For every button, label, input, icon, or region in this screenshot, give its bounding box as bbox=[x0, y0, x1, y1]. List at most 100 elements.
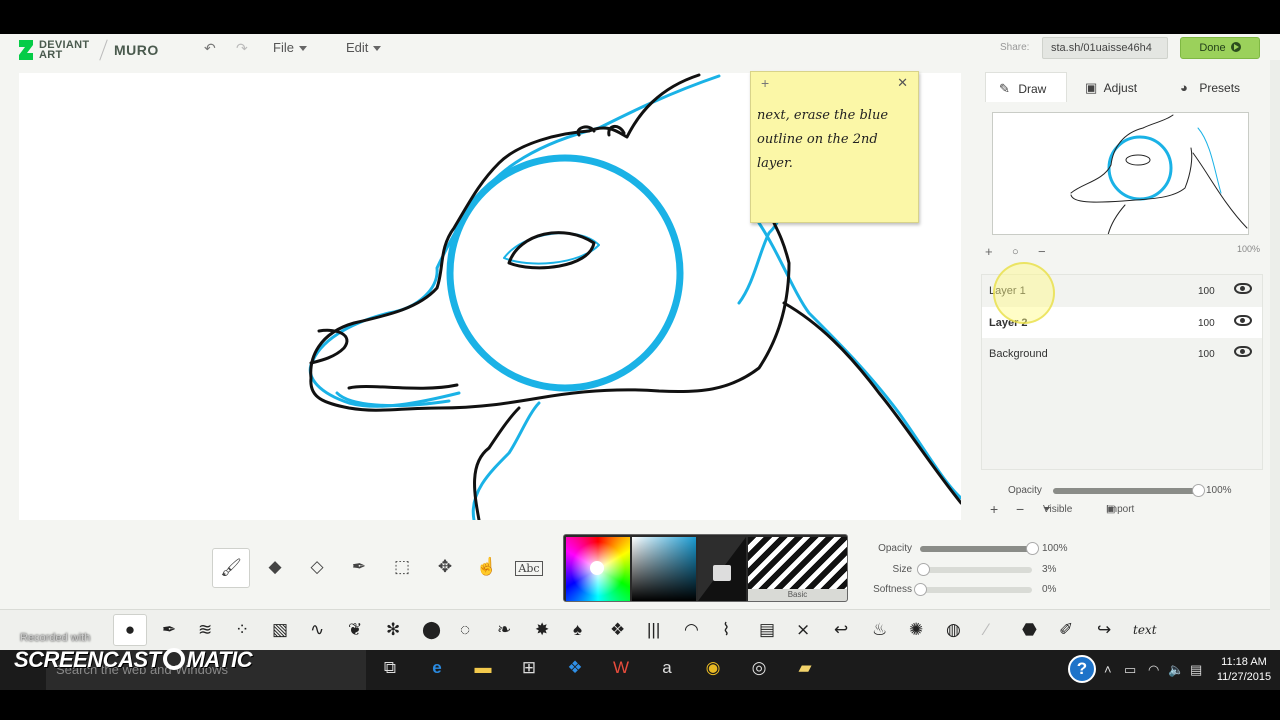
notifications-icon[interactable]: ▤ bbox=[1190, 662, 1202, 678]
sticky-note-text[interactable]: next, erase the blue outline on the 2nd … bbox=[751, 96, 918, 184]
eraser-tool[interactable]: ◆ bbox=[256, 548, 294, 588]
layer-row-background[interactable]: Background 100 bbox=[982, 338, 1262, 369]
brush-feather-icon[interactable]: ❦ bbox=[348, 620, 362, 640]
office-icon[interactable]: W bbox=[609, 658, 633, 682]
file-explorer-icon[interactable]: ▬ bbox=[471, 658, 495, 682]
brush-chain-icon[interactable]: ⌇ bbox=[722, 620, 730, 640]
battery-icon[interactable]: ▭ bbox=[1124, 662, 1136, 678]
eye-icon[interactable] bbox=[1234, 315, 1252, 326]
slider-knob[interactable] bbox=[1192, 484, 1205, 497]
zoom-out-icon[interactable]: − bbox=[1038, 244, 1046, 259]
taskbar-clock[interactable]: 11:18 AM 11/27/2015 bbox=[1214, 655, 1274, 685]
brush-bars-icon[interactable]: ||| bbox=[647, 620, 660, 640]
text-tool[interactable]: Abc bbox=[510, 548, 548, 588]
sticky-notes-icon[interactable]: ▰ bbox=[793, 658, 817, 682]
edge-browser-icon[interactable]: e bbox=[425, 658, 449, 682]
brush-ball-icon[interactable]: ◍ bbox=[946, 620, 961, 640]
brush-tool[interactable]: 🖌 bbox=[212, 548, 250, 588]
brush-text-icon[interactable]: text bbox=[1133, 623, 1157, 637]
slider-knob[interactable] bbox=[917, 563, 931, 576]
brush-circles-icon[interactable]: ◌ bbox=[460, 620, 470, 640]
slider-knob[interactable] bbox=[914, 583, 927, 596]
brush-hatch-icon[interactable]: ▧ bbox=[272, 620, 288, 640]
wifi-icon[interactable]: ◠ bbox=[1148, 662, 1159, 678]
layer-name: Background bbox=[989, 348, 1048, 360]
clock-time: 11:18 AM bbox=[1221, 656, 1267, 668]
eyedropper-icon: ✒ bbox=[351, 557, 367, 576]
brush-blob-icon[interactable]: ⬣ bbox=[1022, 620, 1037, 640]
volume-icon[interactable]: 🔈 bbox=[1168, 662, 1184, 678]
brush-hook-icon[interactable]: ↪ bbox=[1097, 620, 1111, 640]
file-menu[interactable]: File bbox=[273, 40, 307, 55]
brush-softness-slider[interactable] bbox=[914, 583, 1032, 596]
brush-fan-icon[interactable]: ◠ bbox=[684, 620, 699, 640]
move-tool[interactable]: ✥ bbox=[426, 548, 464, 588]
undo-icon[interactable]: ↶ bbox=[204, 40, 216, 57]
add-note-icon[interactable]: + bbox=[761, 75, 769, 91]
screencast-icon[interactable]: ◎ bbox=[747, 658, 771, 682]
zoom-reset-icon[interactable]: ○ bbox=[1012, 246, 1019, 258]
layer-opacity-slider[interactable] bbox=[1053, 484, 1205, 497]
help-icon[interactable]: ? bbox=[1068, 655, 1096, 683]
selection-icon: ⬚ bbox=[393, 557, 411, 576]
swap-colors-icon[interactable] bbox=[713, 565, 731, 581]
brush-drip-icon[interactable]: ♠ bbox=[573, 620, 582, 640]
eye-icon[interactable] bbox=[1234, 346, 1252, 357]
eye-icon[interactable] bbox=[1234, 283, 1252, 294]
brush-waves-icon[interactable]: ≋ bbox=[198, 620, 212, 640]
brush-texture-icon[interactable]: ❖ bbox=[610, 620, 625, 640]
brush-preset-label: Basic bbox=[748, 589, 847, 601]
page-scrollbar[interactable] bbox=[1270, 60, 1280, 610]
close-icon[interactable]: ✕ bbox=[897, 75, 908, 91]
fill-tool[interactable]: ◇ bbox=[298, 548, 336, 588]
store-icon[interactable]: ⊞ bbox=[517, 658, 541, 682]
current-color-swatch[interactable] bbox=[698, 537, 746, 601]
chevron-up-icon[interactable]: ˄ bbox=[1104, 662, 1112, 677]
done-button[interactable]: Done bbox=[1180, 37, 1260, 59]
tab-presets[interactable]: ◕ Presets bbox=[1180, 72, 1260, 102]
palette-icon: ◕ bbox=[1180, 80, 1188, 95]
brush-splat-icon[interactable]: ✸ bbox=[535, 620, 549, 640]
brush-ink-icon[interactable]: ✒ bbox=[162, 620, 176, 640]
slider-knob[interactable] bbox=[1026, 542, 1039, 555]
tab-draw[interactable]: ✎ Draw bbox=[985, 72, 1067, 102]
redo-icon[interactable]: ↷ bbox=[236, 40, 248, 57]
chrome-icon[interactable]: ◉ bbox=[701, 658, 725, 682]
brush-faint-icon[interactable]: ⁄ bbox=[985, 620, 988, 640]
brush-leaf-icon[interactable]: ❧ bbox=[497, 620, 511, 640]
brush-line-icon[interactable]: ∿ bbox=[310, 620, 324, 640]
amazon-icon[interactable]: a bbox=[655, 658, 679, 682]
brush-grass-icon[interactable]: ✻ bbox=[386, 620, 400, 640]
add-layer-icon[interactable]: + bbox=[990, 501, 998, 517]
tab-adjust[interactable]: ▣ Adjust bbox=[1085, 72, 1165, 102]
brush-size-slider[interactable] bbox=[917, 563, 1032, 576]
selection-tool[interactable]: ⬚ bbox=[383, 548, 421, 588]
deviantart-logo[interactable]: DEVIANT ART MURO bbox=[16, 39, 159, 61]
brush-round-icon[interactable]: ● bbox=[113, 614, 147, 646]
dropbox-icon[interactable]: ❖ bbox=[563, 658, 587, 682]
remove-layer-icon[interactable]: − bbox=[1016, 501, 1024, 517]
color-wheel-knob[interactable] bbox=[590, 561, 604, 575]
canvas-preview[interactable] bbox=[992, 112, 1249, 235]
brush-size-label: Size bbox=[892, 564, 912, 575]
zoom-level: 100% bbox=[1236, 244, 1260, 254]
brush-swirl-icon[interactable]: ✺ bbox=[909, 620, 923, 640]
brush-flame-icon[interactable]: ♨ bbox=[872, 620, 887, 640]
smudge-tool[interactable]: ☝ bbox=[468, 548, 506, 588]
share-url-field[interactable]: sta.sh/01uaisse46h4 bbox=[1042, 37, 1168, 59]
edit-menu[interactable]: Edit bbox=[346, 40, 382, 55]
brush-bubbles-icon[interactable]: ⬤ bbox=[422, 620, 441, 640]
brush-grid-icon[interactable]: ▤ bbox=[759, 620, 775, 640]
brush-dots-icon[interactable]: ⁘ bbox=[235, 620, 249, 640]
brush-preview[interactable] bbox=[748, 537, 847, 589]
screencast-ring-icon bbox=[162, 648, 185, 670]
eyedropper-tool[interactable]: ✒ bbox=[340, 548, 378, 588]
brush-curve-icon[interactable]: ↩ bbox=[834, 620, 848, 640]
task-view-icon[interactable]: ⧉ bbox=[378, 658, 402, 682]
brush-opacity-slider[interactable] bbox=[920, 542, 1039, 555]
zoom-in-icon[interactable]: + bbox=[985, 244, 993, 259]
sticky-note[interactable]: + ✕ next, erase the blue outline on the … bbox=[750, 71, 919, 223]
brush-pen-icon[interactable]: ✐ bbox=[1059, 620, 1073, 640]
brush-cross-icon[interactable]: ⨯ bbox=[796, 620, 810, 640]
color-shade-square[interactable] bbox=[632, 537, 696, 601]
